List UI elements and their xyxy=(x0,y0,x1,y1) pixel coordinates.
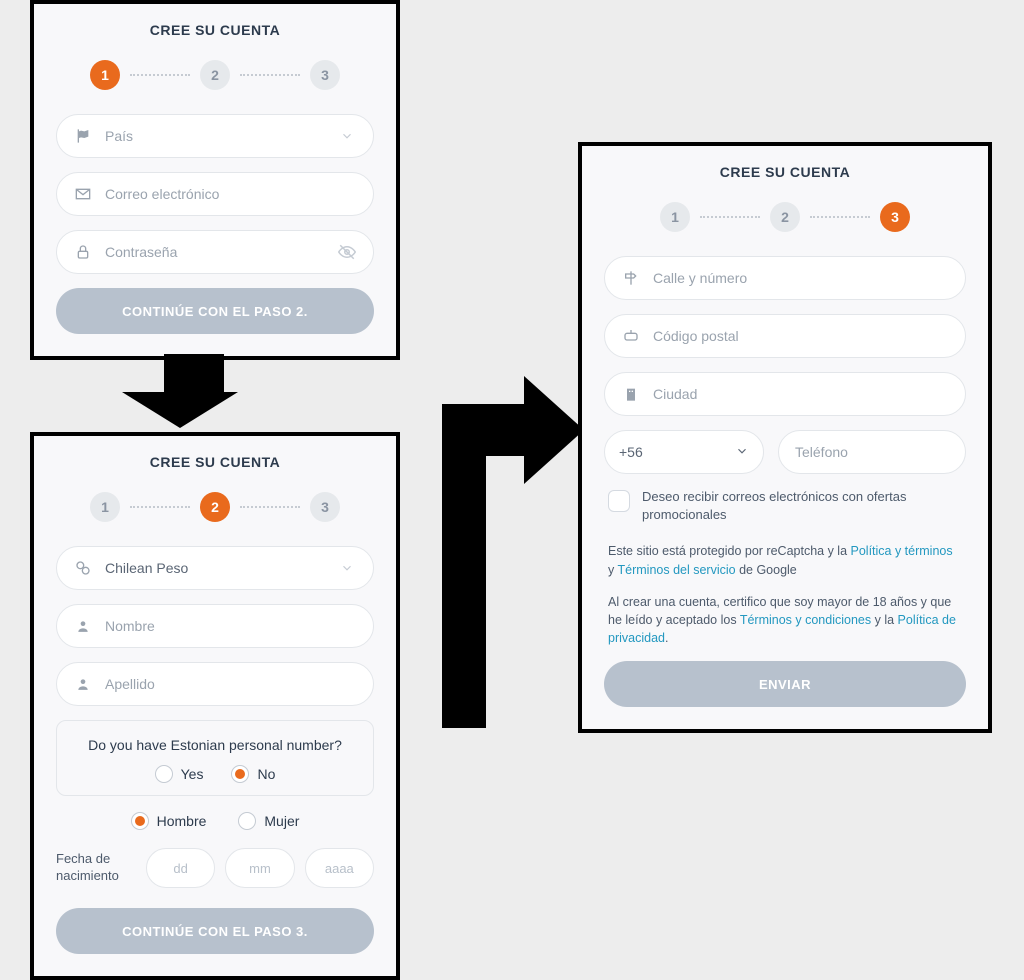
city-field[interactable]: Ciudad xyxy=(604,372,966,416)
step-line xyxy=(240,74,300,76)
firstname-placeholder: Nombre xyxy=(105,618,357,634)
email-field[interactable]: Correo electrónico xyxy=(56,172,374,216)
dob-month-field[interactable]: mm xyxy=(225,848,294,888)
tos-link[interactable]: Términos del servicio xyxy=(618,563,736,577)
submit-button[interactable]: ENVIAR xyxy=(604,661,966,707)
step-line xyxy=(130,506,190,508)
promo-checkbox-row: Deseo recibir correos electrónicos con o… xyxy=(604,488,966,524)
step-3: 3 xyxy=(310,60,340,90)
dob-label: Fecha de nacimiento xyxy=(56,851,136,885)
radio-icon xyxy=(231,765,249,783)
continue-step3-button[interactable]: CONTINÚE CON EL PASO 3. xyxy=(56,908,374,954)
password-field[interactable]: Contraseña xyxy=(56,230,374,274)
country-select[interactable]: País xyxy=(56,114,374,158)
step-line xyxy=(700,216,760,218)
arrow-right-icon xyxy=(424,338,584,733)
radio-icon xyxy=(131,812,149,830)
placeholder: dd xyxy=(173,861,187,876)
lastname-placeholder: Apellido xyxy=(105,676,357,692)
continue-step2-button[interactable]: CONTINÚE CON EL PASO 2. xyxy=(56,288,374,334)
button-label: ENVIAR xyxy=(759,677,811,692)
currency-value: Chilean Peso xyxy=(105,560,337,576)
estonian-no-radio[interactable]: No xyxy=(231,765,275,783)
gender-row: Hombre Mujer xyxy=(56,812,374,830)
placeholder: aaaa xyxy=(325,861,354,876)
policy-terms-link[interactable]: Política y términos xyxy=(851,544,953,558)
recaptcha-legal: Este sitio está protegido por reCaptcha … xyxy=(604,542,966,578)
currency-select[interactable]: Chilean Peso xyxy=(56,546,374,590)
phone-field[interactable]: Teléfono xyxy=(778,430,966,474)
firstname-field[interactable]: Nombre xyxy=(56,604,374,648)
stepper: 1 2 3 xyxy=(56,60,374,90)
card-title: CREE SU CUENTA xyxy=(56,22,374,38)
signup-step2-card: CREE SU CUENTA 1 2 3 Chilean Peso Nombre xyxy=(30,432,400,980)
card-title: CREE SU CUENTA xyxy=(604,164,966,180)
step-2: 2 xyxy=(200,492,230,522)
radio-label: Hombre xyxy=(157,813,207,829)
mailbox-icon xyxy=(621,328,641,344)
person-icon xyxy=(73,619,93,633)
envelope-icon xyxy=(73,186,93,202)
radio-icon xyxy=(155,765,173,783)
signup-step1-card: CREE SU CUENTA 1 2 3 País Correo electró… xyxy=(30,0,400,360)
person-icon xyxy=(73,677,93,691)
step-3: 3 xyxy=(880,202,910,232)
lock-icon xyxy=(73,244,93,260)
eye-off-icon[interactable] xyxy=(337,243,357,261)
step-line xyxy=(810,216,870,218)
building-icon xyxy=(621,386,641,402)
postal-field[interactable]: Código postal xyxy=(604,314,966,358)
flag-icon xyxy=(73,128,93,144)
chevron-down-icon xyxy=(735,444,749,461)
step-3: 3 xyxy=(310,492,340,522)
chevron-down-icon xyxy=(337,129,357,143)
terms-link[interactable]: Términos y condiciones xyxy=(740,613,871,627)
step-2: 2 xyxy=(200,60,230,90)
step-1: 1 xyxy=(90,60,120,90)
phone-row: +56 Teléfono xyxy=(604,430,966,474)
city-placeholder: Ciudad xyxy=(653,386,949,402)
step-2: 2 xyxy=(770,202,800,232)
radio-label: Yes xyxy=(181,766,204,782)
phone-placeholder: Teléfono xyxy=(795,444,848,460)
radio-label: Mujer xyxy=(264,813,299,829)
dialcode-select[interactable]: +56 xyxy=(604,430,764,474)
dob-day-field[interactable]: dd xyxy=(146,848,215,888)
estonian-yes-radio[interactable]: Yes xyxy=(155,765,204,783)
chevron-down-icon xyxy=(337,561,357,575)
estonian-question: Do you have Estonian personal number? xyxy=(67,737,363,753)
step-line xyxy=(240,506,300,508)
step-1: 1 xyxy=(90,492,120,522)
gender-female-radio[interactable]: Mujer xyxy=(238,812,299,830)
dob-row: Fecha de nacimiento dd mm aaaa xyxy=(56,848,374,888)
postal-placeholder: Código postal xyxy=(653,328,949,344)
gender-male-radio[interactable]: Hombre xyxy=(131,812,207,830)
stepper: 1 2 3 xyxy=(56,492,374,522)
password-placeholder: Contraseña xyxy=(105,244,337,260)
money-icon xyxy=(73,560,93,576)
card-title: CREE SU CUENTA xyxy=(56,454,374,470)
lastname-field[interactable]: Apellido xyxy=(56,662,374,706)
placeholder: mm xyxy=(249,861,271,876)
country-placeholder: País xyxy=(105,128,337,144)
signup-step3-card: CREE SU CUENTA 1 2 3 Calle y número Códi… xyxy=(578,142,992,733)
signpost-icon xyxy=(621,270,641,286)
age-legal: Al crear una cuenta, certifico que soy m… xyxy=(604,593,966,647)
email-placeholder: Correo electrónico xyxy=(105,186,357,202)
arrow-down-icon xyxy=(150,354,238,428)
button-label: CONTINÚE CON EL PASO 3. xyxy=(122,924,308,939)
promo-label: Deseo recibir correos electrónicos con o… xyxy=(642,488,962,524)
street-placeholder: Calle y número xyxy=(653,270,949,286)
stepper: 1 2 3 xyxy=(604,202,966,232)
step-1: 1 xyxy=(660,202,690,232)
street-field[interactable]: Calle y número xyxy=(604,256,966,300)
dialcode-value: +56 xyxy=(619,444,735,460)
step-line xyxy=(130,74,190,76)
radio-label: No xyxy=(257,766,275,782)
button-label: CONTINÚE CON EL PASO 2. xyxy=(122,304,308,319)
estonian-question-box: Do you have Estonian personal number? Ye… xyxy=(56,720,374,796)
dob-year-field[interactable]: aaaa xyxy=(305,848,374,888)
promo-checkbox[interactable] xyxy=(608,490,630,512)
radio-icon xyxy=(238,812,256,830)
